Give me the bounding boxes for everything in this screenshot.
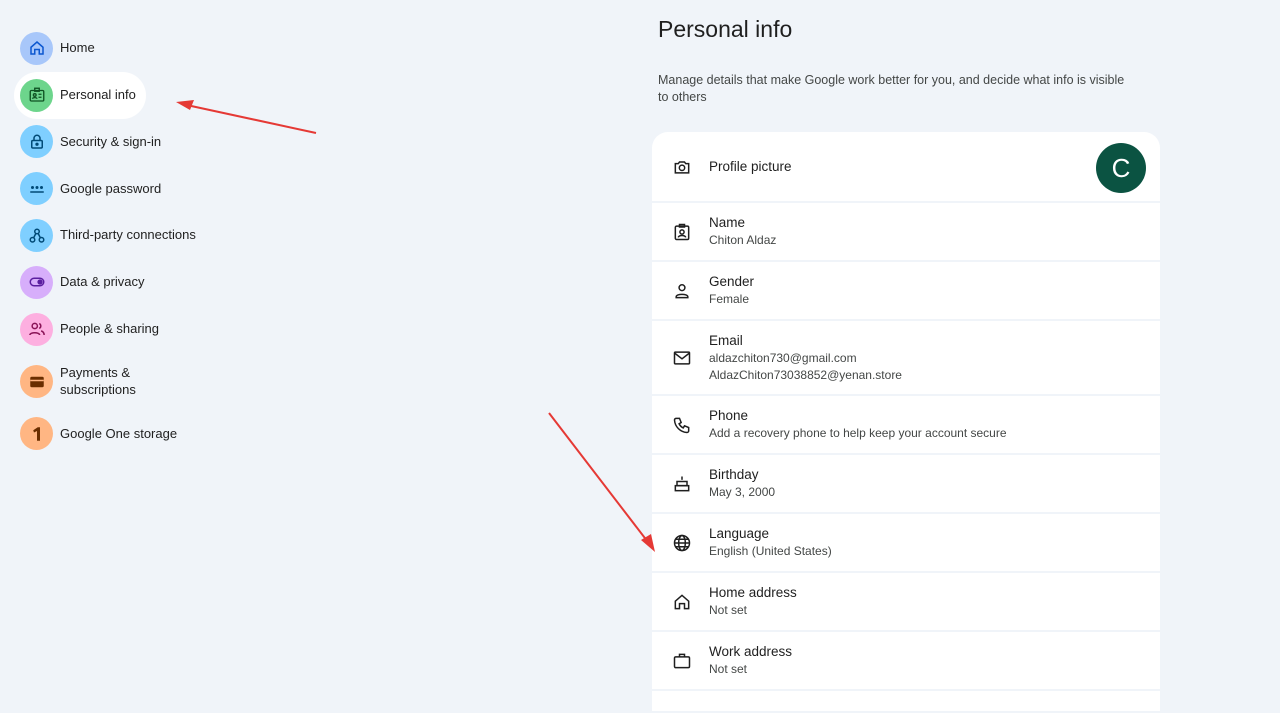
sidebar-item-label: Google password [60, 180, 162, 196]
sidebar-item-label: Third-party connections [60, 227, 196, 243]
page-description: Manage details that make Google work bet… [658, 73, 1125, 104]
row-value: aldazchiton730@gmail.com [709, 350, 857, 365]
home-icon [671, 591, 693, 613]
row-title: Language [709, 526, 770, 541]
row-title: Gender [709, 274, 755, 289]
row-value: Not set [709, 603, 748, 617]
password-icon [20, 172, 53, 206]
phone-row[interactable]: Phone Add a recovery phone to help keep … [652, 396, 1160, 453]
sidebar-item-label: Personal info [60, 86, 136, 102]
profile-picture-label: Profile picture [709, 158, 792, 174]
sidebar-item-payments[interactable]: Payments & subscriptions [14, 353, 214, 411]
gender-row[interactable]: Gender Female [652, 262, 1160, 319]
sidebar-item-label: Google One storage [60, 425, 178, 441]
row-title: Birthday [709, 467, 759, 482]
email-row[interactable]: Email aldazchiton730@gmail.com AldazChit… [652, 321, 1160, 394]
sidebar-item-personal-info[interactable]: Personal info [14, 71, 146, 119]
home-icon [20, 31, 53, 65]
lock-icon [20, 125, 53, 159]
language-row[interactable]: Language English (United States) [652, 514, 1160, 571]
home-address-row[interactable]: Home address Not set [652, 573, 1160, 630]
row-value: Add a recovery phone to help keep your a… [709, 426, 1007, 440]
sidebar-item-security[interactable]: Security & sign-in [14, 119, 214, 166]
sidebar-item-label: People & sharing [60, 320, 160, 336]
row-value: Female [709, 292, 750, 306]
row-value: English (United States) [709, 544, 832, 558]
birthday-row[interactable]: Birthday May 3, 2000 [652, 455, 1160, 512]
globe-icon [671, 532, 693, 554]
row-value: May 3, 2000 [709, 485, 776, 499]
sidebar-item-google-one[interactable]: Google One storage [14, 411, 214, 458]
camera-icon [671, 156, 693, 178]
next-row [652, 691, 1160, 711]
sidebar-item-label: Home [60, 40, 95, 56]
row-title: Home address [709, 585, 797, 600]
phone-icon [671, 414, 693, 436]
mail-icon [671, 347, 693, 369]
row-value: AldazChiton73038852@yenan.store [709, 367, 902, 382]
person-icon [671, 280, 693, 302]
sidebar-item-label: Security & sign-in [60, 133, 162, 149]
sidebar-item-home[interactable]: Home [14, 25, 214, 72]
sidebar-item-google-password[interactable]: Google password [14, 165, 214, 212]
row-title: Phone [709, 408, 749, 423]
annotation-arrow-language [548, 412, 655, 552]
sidebar-nav: Home Personal info Security & sign-in Go… [14, 25, 214, 457]
wallet-icon [20, 365, 53, 399]
row-value: Chiton Aldaz [709, 233, 777, 247]
sidebar-item-third-party[interactable]: Third-party connections [14, 212, 214, 259]
sidebar-item-label: Payments & subscriptions [60, 365, 136, 397]
id-card-icon [20, 78, 53, 112]
people-icon [20, 312, 53, 346]
avatar[interactable]: C [1096, 143, 1146, 193]
basic-info-card: Profile picture C Name Chiton Aldaz Gend… [652, 132, 1160, 713]
row-title: Work address [709, 644, 793, 659]
connections-icon [20, 219, 53, 253]
sidebar-item-label: Data & privacy [60, 274, 145, 290]
row-title: Name [709, 215, 746, 230]
badge-icon [671, 221, 693, 243]
row-value: Not set [709, 662, 748, 676]
name-row[interactable]: Name Chiton Aldaz [652, 203, 1160, 260]
page-title: Personal info [658, 16, 793, 42]
cake-icon [671, 473, 693, 495]
toggle-icon [20, 265, 53, 299]
profile-picture-row[interactable]: Profile picture C [652, 132, 1160, 201]
google-one-icon [20, 417, 53, 451]
briefcase-icon [671, 650, 693, 672]
work-address-row[interactable]: Work address Not set [652, 632, 1160, 689]
row-title: Email [709, 332, 743, 348]
sidebar-item-people-sharing[interactable]: People & sharing [14, 306, 214, 353]
sidebar-item-data-privacy[interactable]: Data & privacy [14, 259, 214, 306]
